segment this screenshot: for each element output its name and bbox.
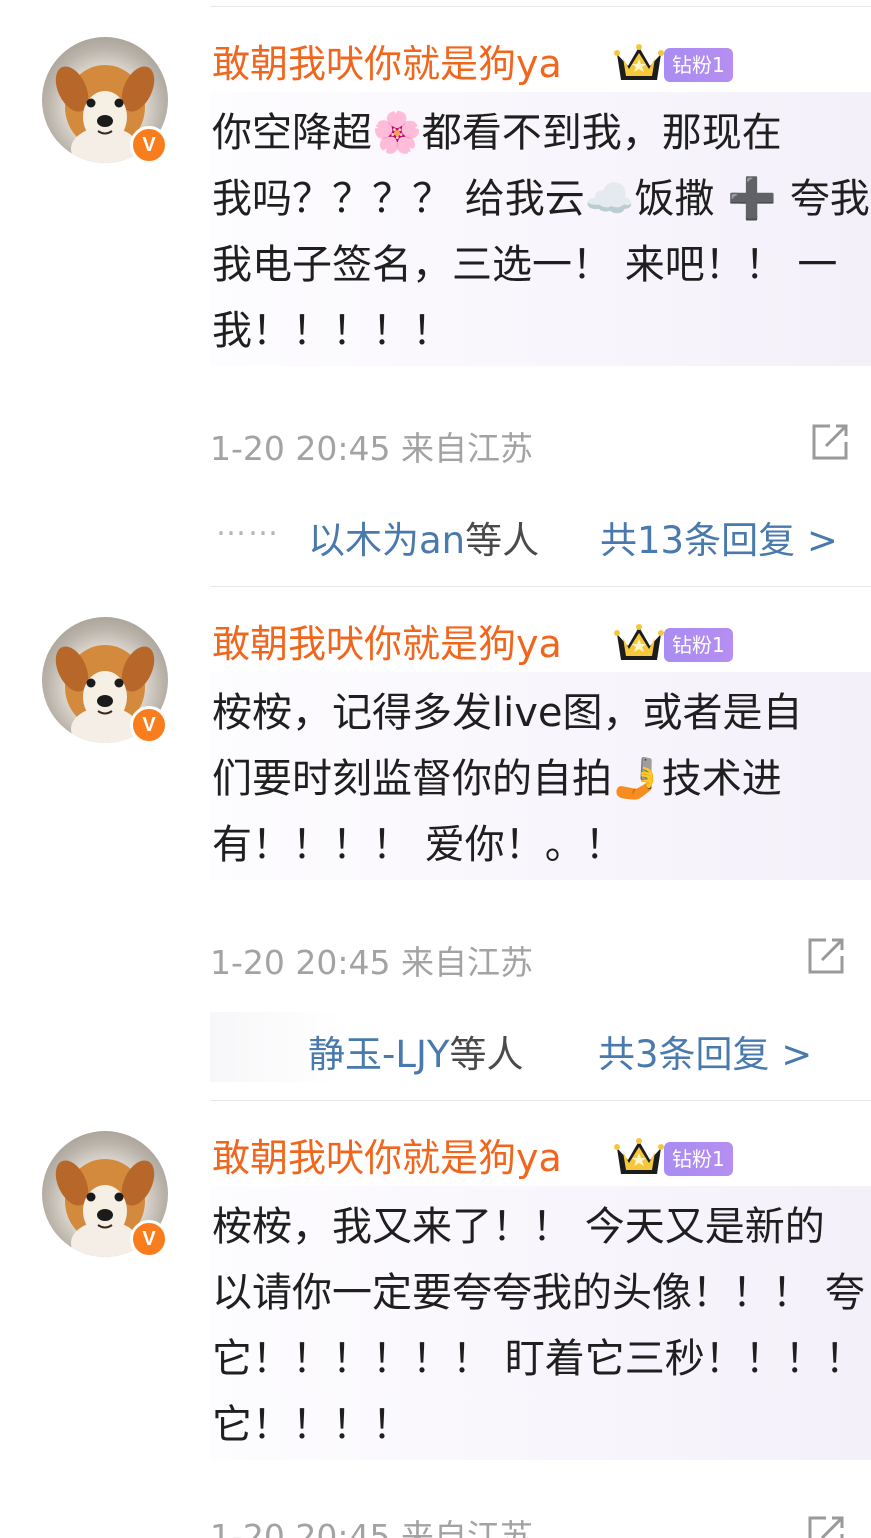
share-icon[interactable] xyxy=(804,1512,848,1538)
comment-line: 它！！！！！！ 盯着它三秒！！！！！ 必须 xyxy=(212,1336,871,1382)
fan-level-label: 钻粉1 xyxy=(664,1142,733,1176)
comment-line: 桉桉，记得多发live图，或者是自 xyxy=(212,690,803,736)
view-replies-link[interactable]: 共13条回复 > xyxy=(600,510,838,564)
verified-badge-icon: V xyxy=(130,1220,168,1258)
crown-icon xyxy=(614,1138,664,1174)
reply-summary[interactable]: …… 以木为an等人 共13条回复 > xyxy=(210,498,871,568)
view-replies-link[interactable]: 共3条回复 > xyxy=(598,1024,812,1078)
comment-feed: V 敢朝我吠你就是狗ya 钻粉1 你空降超🌸都看不到我，那现在 我吗？？？？ 给… xyxy=(0,0,871,1538)
reply-names[interactable]: 静玉-LJY等人 xyxy=(308,1024,523,1078)
reply-names[interactable]: 以木为an等人 xyxy=(308,510,539,564)
location: 来自江苏 xyxy=(401,1517,533,1538)
divider xyxy=(210,6,871,7)
reply-others: 等人 xyxy=(465,519,540,562)
comment-meta: 1-20 20:45 来自江苏 xyxy=(210,1510,533,1538)
reply-others: 等人 xyxy=(449,1033,524,1076)
comment-line: 桉桉，我又来了！！ 今天又是新的 xyxy=(212,1204,825,1250)
comment-meta: 1-20 20:45 来自江苏 xyxy=(210,936,533,984)
comment-line: 你空降超🌸都看不到我，那现在 xyxy=(212,110,782,156)
fan-level-label: 钻粉1 xyxy=(664,628,733,662)
comment-line: 我！！！！！ xyxy=(212,308,452,354)
reply-summary[interactable]: 静玉-LJY等人 共3条回复 > xyxy=(210,1012,871,1082)
timestamp: 1-20 20:45 xyxy=(210,429,391,468)
comment-meta: 1-20 20:45 来自江苏 xyxy=(210,422,533,470)
reply-dots: …… xyxy=(216,508,280,543)
comment-text[interactable]: 你空降超🌸都看不到我，那现在 我吗？？？？ 给我云☁️饭撒 ➕ 夸我 我电子签名… xyxy=(212,100,871,364)
verified-badge-icon: V xyxy=(130,126,168,164)
crown-icon xyxy=(614,624,664,660)
timestamp: 1-20 20:45 xyxy=(210,1517,391,1538)
comment-line: 我电子签名，三选一！ 来吧！！ 一 xyxy=(212,242,838,288)
comment-line: 它！！！！ xyxy=(212,1402,412,1448)
location: 来自江苏 xyxy=(401,943,533,982)
fan-level-label: 钻粉1 xyxy=(664,48,733,82)
share-icon[interactable] xyxy=(804,934,848,978)
username[interactable]: 敢朝我吠你就是狗ya xyxy=(212,620,562,668)
reply-user: 静玉-LJY xyxy=(308,1033,450,1076)
comment-line: 们要时刻监督你的自拍🤳技术进 xyxy=(212,756,782,802)
divider xyxy=(210,586,871,587)
verified-badge-icon: V xyxy=(130,706,168,744)
reply-user: 以木为an xyxy=(308,519,466,562)
comment-line: 以请你一定要夸夸我的头像！！！ 夸 xyxy=(212,1270,865,1316)
username[interactable]: 敢朝我吠你就是狗ya xyxy=(212,40,562,88)
crown-icon xyxy=(614,44,664,80)
timestamp: 1-20 20:45 xyxy=(210,943,391,982)
location: 来自江苏 xyxy=(401,429,533,468)
share-icon[interactable] xyxy=(808,420,852,464)
comment-text[interactable]: 桉桉，我又来了！！ 今天又是新的 以请你一定要夸夸我的头像！！！ 夸 它！！！！… xyxy=(212,1194,871,1458)
comment-line: 我吗？？？？ 给我云☁️饭撒 ➕ 夸我 xyxy=(212,176,870,222)
divider xyxy=(210,1100,871,1101)
comment-text[interactable]: 桉桉，记得多发live图，或者是自 们要时刻监督你的自拍🤳技术进 有！！！！ 爱… xyxy=(212,680,871,878)
username[interactable]: 敢朝我吠你就是狗ya xyxy=(212,1134,562,1182)
comment-line: 有！！！！ 爱你！。！ xyxy=(212,822,625,868)
